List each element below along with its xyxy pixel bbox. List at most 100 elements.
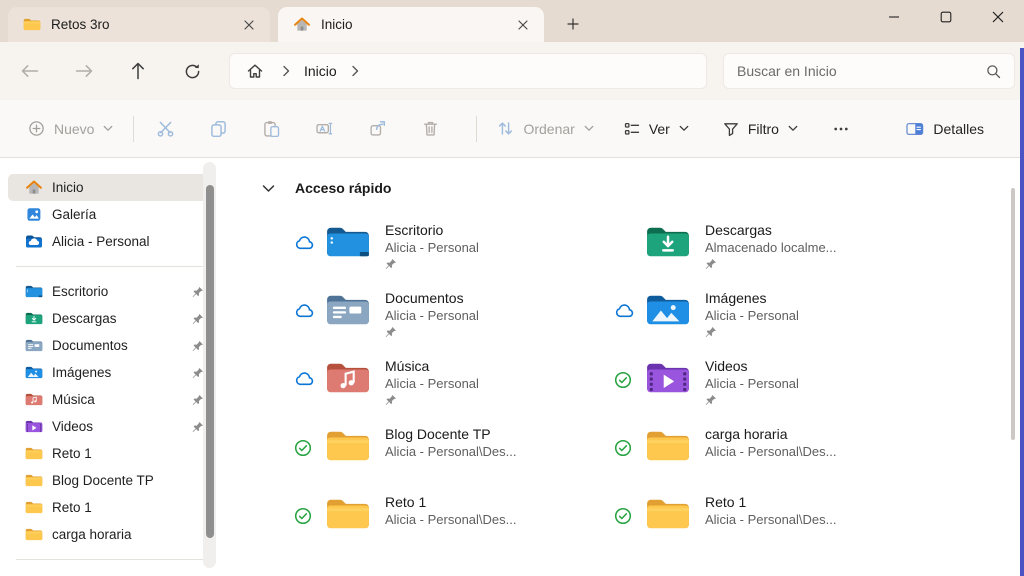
breadcrumb-home-icon[interactable] (242, 63, 268, 79)
sidebar-item-label: Reto 1 (52, 500, 92, 515)
share-button[interactable] (358, 111, 396, 147)
file-item-blog-docente-tp[interactable]: Blog Docente TPAlicia - Personal\Des... (288, 424, 608, 492)
sidebar-item-m-sica[interactable]: Música (8, 386, 212, 413)
cloud-status-icon (294, 235, 316, 251)
sidebar-item-descargas[interactable]: Descargas (8, 305, 212, 332)
search-input[interactable] (737, 63, 986, 79)
section-title: Acceso rápido (295, 180, 391, 196)
paste-button[interactable] (252, 111, 290, 147)
view-button[interactable]: Ver (616, 114, 697, 144)
quick-access-header[interactable]: Acceso rápido (262, 178, 1010, 198)
chevron-right-icon[interactable] (268, 65, 304, 77)
content-scrollbar[interactable] (1011, 188, 1015, 440)
delete-button[interactable] (411, 111, 449, 147)
file-name: carga horaria (705, 426, 837, 443)
folder-downloads-icon (645, 223, 691, 261)
synced-status-icon (294, 439, 316, 457)
file-location: Alicia - Personal (705, 375, 799, 392)
toolbar-divider (133, 116, 134, 142)
file-item-videos[interactable]: VideosAlicia - Personal (608, 356, 928, 424)
details-label: Detalles (933, 121, 984, 137)
sidebar-item-galer-a[interactable]: Galería (8, 201, 212, 228)
tab-close-icon[interactable] (237, 13, 261, 37)
gallery-icon (25, 207, 44, 222)
sidebar-divider (16, 559, 206, 560)
tab-close-icon[interactable] (511, 13, 535, 37)
file-text: VideosAlicia - Personal (705, 358, 799, 406)
sort-button[interactable]: Ordenar (489, 113, 601, 144)
chevron-down-icon[interactable] (262, 184, 275, 193)
file-text: ImágenesAlicia - Personal (705, 290, 799, 338)
tab-retos-3ro[interactable]: Retos 3ro (8, 7, 270, 42)
filter-button[interactable]: Filtro (715, 114, 806, 144)
sidebar-item-escritorio[interactable]: Escritorio (8, 278, 212, 305)
file-item-reto-1[interactable]: Reto 1Alicia - Personal\Des... (608, 492, 928, 560)
back-button[interactable] (13, 54, 47, 88)
folder-icon (25, 527, 44, 542)
file-item-m-sica[interactable]: MúsicaAlicia - Personal (288, 356, 608, 424)
copy-button[interactable] (199, 111, 237, 147)
up-button[interactable] (121, 54, 155, 88)
cut-button[interactable] (146, 111, 184, 147)
chevron-down-icon (584, 125, 594, 132)
folder-music-icon (25, 392, 44, 407)
search-box (723, 53, 1015, 89)
sidebar-item-blog-docente-tp[interactable]: Blog Docente TP (8, 467, 212, 494)
sidebar-item-label: Alicia - Personal (52, 234, 150, 249)
sidebar-item-reto-1[interactable]: Reto 1 (8, 494, 212, 521)
onedrive-icon (25, 234, 44, 249)
file-item-carga-horaria[interactable]: carga horariaAlicia - Personal\Des... (608, 424, 928, 492)
sidebar-item-carga-horaria[interactable]: carga horaria (8, 521, 212, 548)
synced-status-icon (614, 507, 636, 525)
sidebar-item-im-genes[interactable]: Imágenes (8, 359, 212, 386)
sidebar-item-label: Blog Docente TP (52, 473, 154, 488)
sidebar-item-reto-1[interactable]: Reto 1 (8, 440, 212, 467)
file-text: Reto 1Alicia - Personal\Des... (385, 494, 517, 528)
file-name: Blog Docente TP (385, 426, 517, 443)
file-item-escritorio[interactable]: EscritorioAlicia - Personal (288, 220, 608, 288)
file-item-reto-1[interactable]: Reto 1Alicia - Personal\Des... (288, 492, 608, 560)
breadcrumb[interactable]: Inicio (229, 53, 707, 89)
folder-icon (23, 17, 41, 32)
breadcrumb-location[interactable]: Inicio (304, 63, 337, 79)
navigation-bar: Inicio (0, 42, 1024, 100)
rename-button[interactable] (305, 111, 343, 147)
more-button[interactable] (822, 111, 860, 147)
refresh-button[interactable] (175, 54, 209, 88)
close-button[interactable] (972, 0, 1024, 34)
pin-icon (385, 326, 479, 338)
sidebar-item-alicia-personal[interactable]: Alicia - Personal (8, 228, 212, 255)
minimize-button[interactable] (868, 0, 920, 34)
details-pane-icon (906, 121, 924, 137)
folder-documents-icon (25, 338, 44, 353)
file-item-descargas[interactable]: DescargasAlmacenado localme... (608, 220, 928, 288)
file-text: DescargasAlmacenado localme... (705, 222, 837, 270)
sidebar-item-label: Música (52, 392, 95, 407)
pin-icon (705, 258, 837, 270)
sidebar-item-videos[interactable]: Videos (8, 413, 212, 440)
new-tab-button[interactable] (558, 10, 588, 38)
quick-access-grid: EscritorioAlicia - Personal DescargasAlma… (288, 220, 1010, 560)
sidebar-divider (16, 266, 206, 267)
sidebar-item-label: Escritorio (52, 284, 108, 299)
folder-icon (645, 427, 691, 465)
file-item-im-genes[interactable]: ImágenesAlicia - Personal (608, 288, 928, 356)
details-button[interactable]: Detalles (898, 114, 992, 144)
chevron-right-icon[interactable] (337, 65, 373, 77)
sidebar-item-inicio[interactable]: Inicio (8, 174, 212, 201)
nav-buttons (13, 54, 229, 88)
sidebar-item-label: Videos (52, 419, 93, 434)
tab-inicio[interactable]: Inicio (278, 7, 544, 42)
file-item-documentos[interactable]: DocumentosAlicia - Personal (288, 288, 608, 356)
view-label: Ver (649, 121, 670, 137)
file-location: Almacenado localme... (705, 239, 837, 256)
home-color-icon (25, 180, 44, 195)
chevron-down-icon (788, 125, 798, 132)
forward-button[interactable] (67, 54, 101, 88)
folder-desktop-icon (25, 284, 44, 299)
sidebar-scrollbar[interactable] (206, 185, 214, 538)
new-label: Nuevo (54, 121, 94, 137)
maximize-button[interactable] (920, 0, 972, 34)
sidebar-item-documentos[interactable]: Documentos (8, 332, 212, 359)
new-button[interactable]: Nuevo (20, 113, 121, 144)
